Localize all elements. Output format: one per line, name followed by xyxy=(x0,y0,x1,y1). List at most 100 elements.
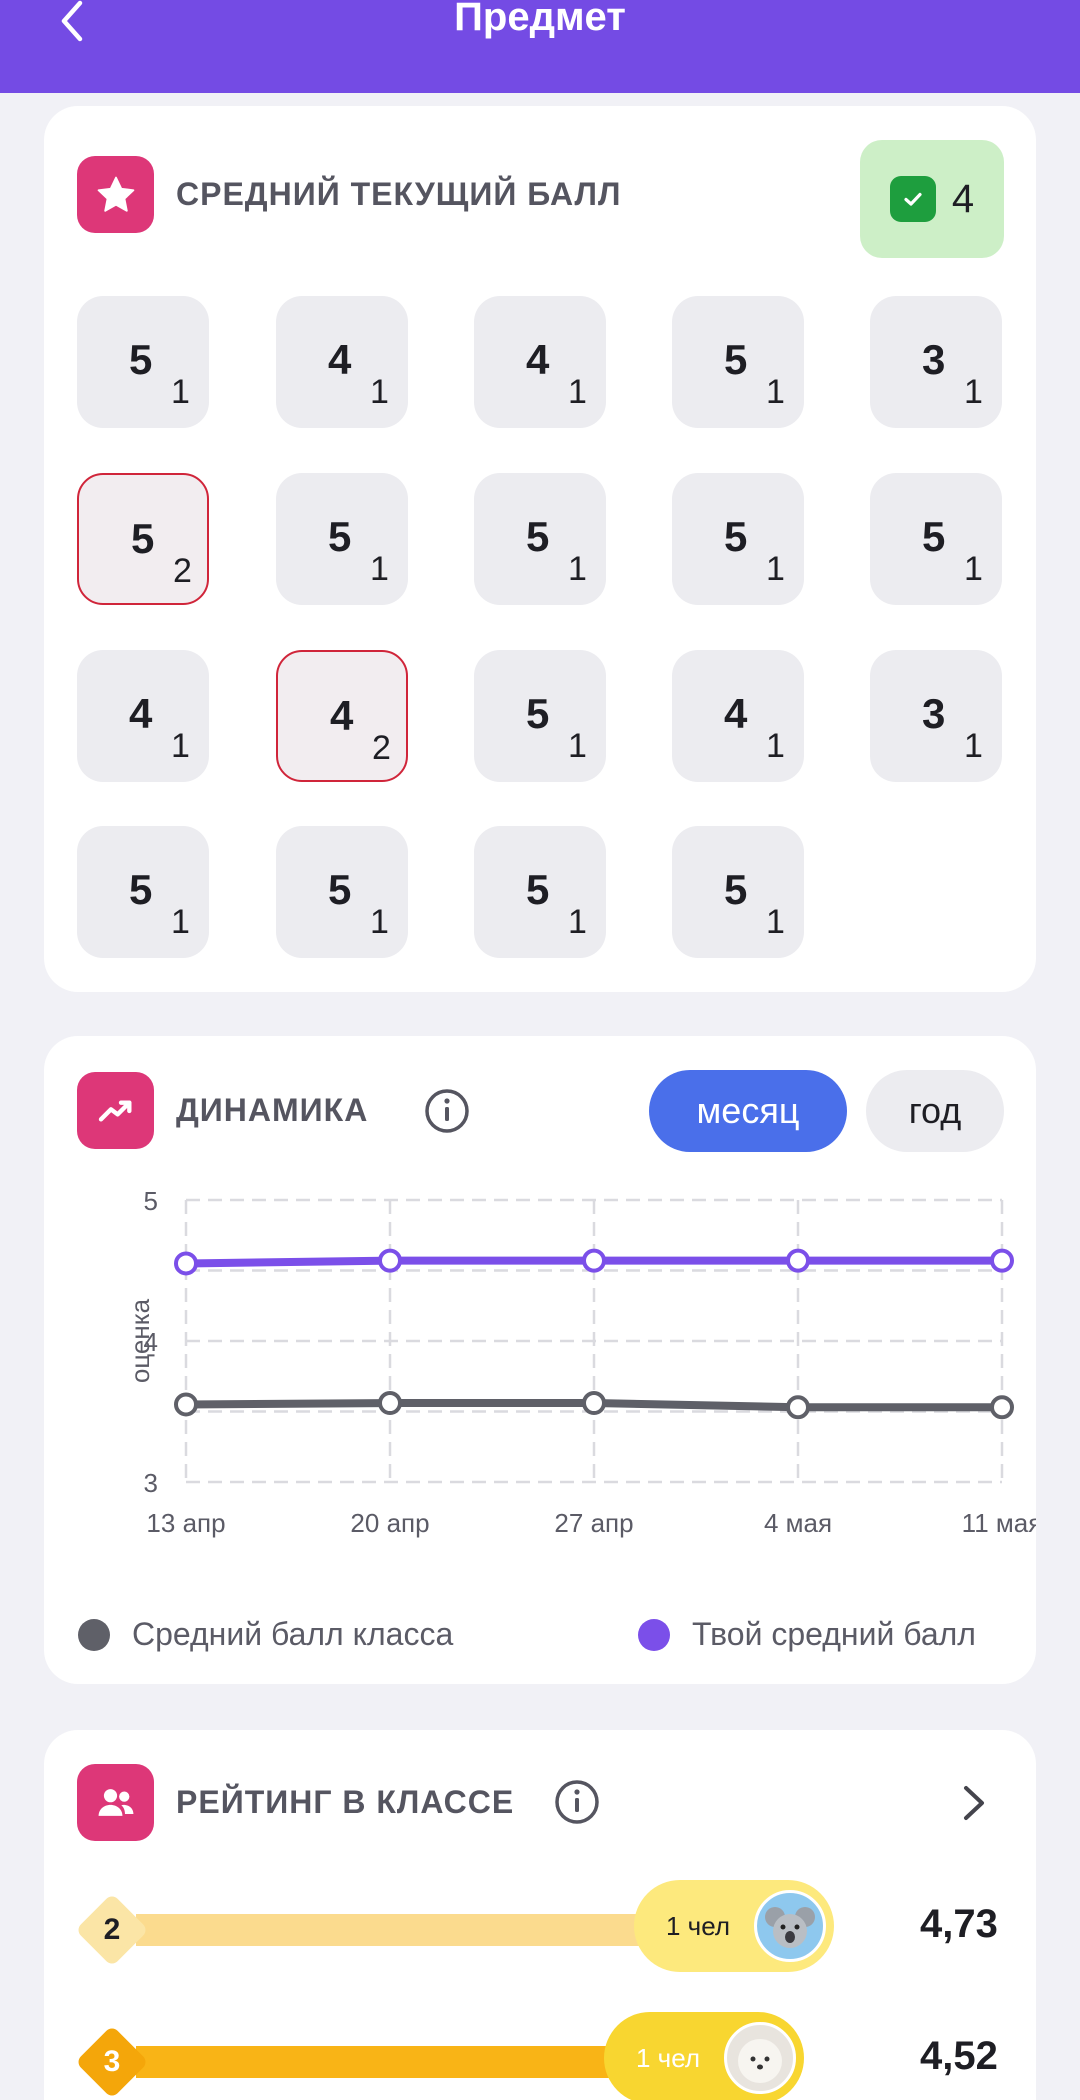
grade-tile[interactable]: 51 xyxy=(672,473,804,605)
data-point xyxy=(990,1395,1014,1420)
trending-up-icon xyxy=(98,1100,131,1121)
grade-weight: 1 xyxy=(171,373,190,411)
rating-score: 4,73 xyxy=(920,1902,998,1946)
grade-weight: 1 xyxy=(370,373,389,411)
grade-value: 5 xyxy=(129,336,153,383)
rating-row[interactable]: 2 1 чел 4,73 xyxy=(44,1880,1036,1990)
grade-value: 5 xyxy=(922,513,946,560)
x-tick-label: 27 апр xyxy=(554,1508,633,1538)
grade-value: 5 xyxy=(328,866,352,913)
data-point xyxy=(378,1248,402,1273)
rating-bar xyxy=(136,2046,666,2078)
users-icon-badge xyxy=(77,1764,154,1841)
rating-bar xyxy=(136,1914,696,1946)
grade-weight: 1 xyxy=(964,550,983,588)
grade-weight: 1 xyxy=(766,550,785,588)
grade-weight: 1 xyxy=(568,550,587,588)
rating-score: 4,52 xyxy=(920,2034,998,2078)
data-point xyxy=(582,1391,606,1416)
users-icon xyxy=(98,1788,133,1816)
grade-tile[interactable]: 51 xyxy=(474,650,606,782)
grade-weight: 1 xyxy=(370,550,389,588)
grade-tile[interactable]: 31 xyxy=(870,296,1002,428)
grade-tile[interactable]: 41 xyxy=(672,650,804,782)
rank-number: 2 xyxy=(103,1913,121,1946)
dynamics-title: ДИНАМИКА xyxy=(176,1092,369,1128)
grade-weight: 1 xyxy=(568,727,587,765)
grade-weight: 1 xyxy=(171,903,190,941)
grade-tile[interactable]: 41 xyxy=(474,296,606,428)
grade-weight: 1 xyxy=(370,903,389,941)
chevron-right-icon[interactable] xyxy=(950,1780,996,1826)
grade-value: 5 xyxy=(131,515,155,562)
legend-your-dot xyxy=(638,1618,670,1651)
rank-number: 3 xyxy=(103,2045,121,2078)
x-tick-label: 13 апр xyxy=(146,1508,225,1538)
check-icon xyxy=(889,176,936,222)
grade-value: 5 xyxy=(724,336,748,383)
grade-tile[interactable]: 51 xyxy=(77,826,209,958)
grade-weight: 1 xyxy=(568,903,587,941)
average-grade-value: 4 xyxy=(951,176,975,221)
class-rating-card: РЕЙТИНГ В КЛАССЕ 2 1 чел 4,73 3 1 чел 4,52 xyxy=(44,1730,1036,2100)
grade-weight: 1 xyxy=(568,373,587,411)
grade-tile[interactable]: 51 xyxy=(77,296,209,428)
grade-tile[interactable]: 51 xyxy=(474,826,606,958)
star-icon xyxy=(97,176,134,212)
top-bar: Предмет xyxy=(0,0,1080,93)
rating-row[interactable]: 3 1 чел 4,52 xyxy=(44,2012,1036,2100)
grade-value: 5 xyxy=(526,690,550,737)
avatar xyxy=(754,1890,826,1962)
dynamics-card: ДИНАМИКА месяц год 5 4 3 оценка 13 апр 20 апр… xyxy=(44,1036,1036,1684)
grade-weight: 1 xyxy=(171,727,190,765)
grade-value: 5 xyxy=(724,866,748,913)
grade-value: 3 xyxy=(922,690,946,737)
grade-tile[interactable]: 51 xyxy=(474,473,606,605)
grade-tile[interactable]: 41 xyxy=(77,650,209,782)
grade-value: 4 xyxy=(129,690,153,737)
avatar xyxy=(724,2022,796,2094)
x-tick-label: 20 апр xyxy=(350,1508,429,1538)
grade-tile[interactable]: 51 xyxy=(672,826,804,958)
data-point xyxy=(174,1251,198,1276)
legend-class-dot xyxy=(78,1618,110,1651)
info-icon[interactable] xyxy=(424,1088,470,1134)
average-grade-card: СРЕДНИЙ ТЕКУЩИЙ БАЛЛ 4 51414151315251515… xyxy=(44,106,1036,992)
people-count: 1 чел xyxy=(636,2042,700,2073)
grade-value: 5 xyxy=(526,513,550,560)
grade-tile[interactable]: 52 xyxy=(77,473,209,605)
average-grade-badge: 4 xyxy=(860,140,1004,258)
period-month-button[interactable]: месяц xyxy=(649,1070,847,1152)
grade-tile[interactable]: 41 xyxy=(276,296,408,428)
legend-your-average: Твой средний балл xyxy=(638,1616,976,1653)
period-year-button[interactable]: год xyxy=(866,1070,1004,1152)
grade-value: 4 xyxy=(526,336,550,383)
x-tick-label: 4 мая xyxy=(764,1508,832,1538)
grade-value: 4 xyxy=(328,336,352,383)
grade-tile[interactable]: 51 xyxy=(276,826,408,958)
grade-tile[interactable]: 51 xyxy=(276,473,408,605)
data-point xyxy=(786,1248,810,1273)
grade-weight: 1 xyxy=(766,373,785,411)
grade-tile[interactable]: 42 xyxy=(276,650,408,782)
x-tick-label: 11 мая xyxy=(962,1508,1036,1538)
grade-tile[interactable]: 51 xyxy=(870,473,1002,605)
grade-value: 5 xyxy=(129,866,153,913)
grade-value: 4 xyxy=(330,692,354,739)
grade-value: 4 xyxy=(724,690,748,737)
page-title: Предмет xyxy=(454,0,626,39)
grade-weight: 1 xyxy=(766,727,785,765)
grade-value: 5 xyxy=(526,866,550,913)
y-axis-label: оценка xyxy=(125,1298,155,1383)
grade-weight: 1 xyxy=(964,373,983,411)
grade-weight: 2 xyxy=(372,729,391,767)
y-tick-label: 5 xyxy=(144,1186,158,1216)
dynamics-chart: 543оценка13 апр 20 апр 27 апр 4 мая 11 мая xyxy=(125,1186,1036,1538)
legend-class-label: Средний балл класса xyxy=(132,1616,454,1652)
data-point xyxy=(786,1395,810,1420)
grade-weight: 1 xyxy=(964,727,983,765)
info-icon[interactable] xyxy=(554,1779,600,1825)
trend-icon-badge xyxy=(77,1072,154,1149)
grade-tile[interactable]: 31 xyxy=(870,650,1002,782)
grade-tile[interactable]: 51 xyxy=(672,296,804,428)
